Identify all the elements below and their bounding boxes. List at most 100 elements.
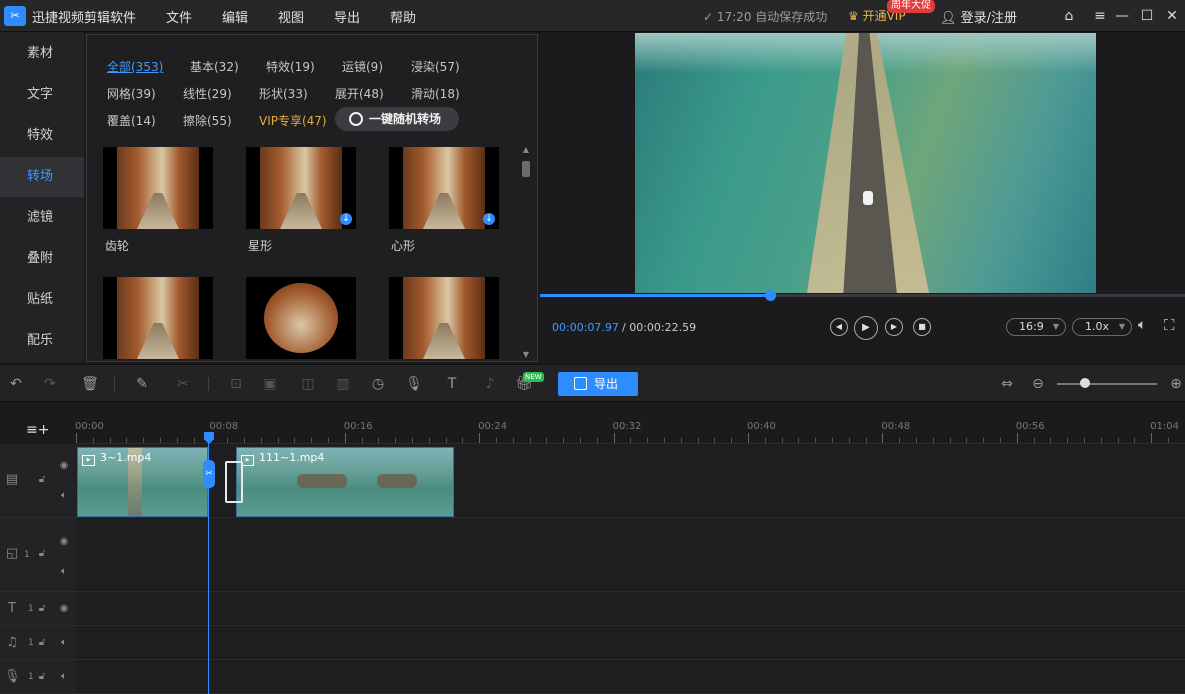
clock-icon[interactable]: ◷ [368,374,388,394]
category-shape[interactable]: 形状(33) [259,85,308,102]
nav-item-stickers[interactable]: 贴纸 [0,280,84,320]
fullscreen-icon[interactable]: ⛶ [1164,316,1175,334]
nav-item-transitions[interactable]: 转场 [0,157,84,197]
voice-track[interactable] [76,660,1185,694]
voice-change-icon[interactable]: ♪ [480,374,500,394]
playback-progress[interactable] [540,290,1185,301]
library-scrollbar[interactable]: ▲ ▼ [521,145,531,359]
aspect-ratio-select[interactable]: 16:9 [1006,318,1066,336]
nav-item-media[interactable]: 素材 [0,34,84,74]
category-unfold[interactable]: 展开(48) [335,85,384,102]
lock-icon[interactable]: 🔓︎ [34,635,50,651]
music-track[interactable] [76,626,1185,660]
volume-icon[interactable]: 🔈︎ [1138,317,1146,333]
nav-item-music[interactable]: 配乐 [0,321,84,361]
text-to-speech-icon[interactable]: T [442,374,462,394]
pip-track[interactable] [76,518,1185,592]
category-special[interactable]: 特效(19) [266,58,315,75]
eye-icon[interactable]: ◉ [56,458,72,474]
login-button[interactable]: 👤︎ 登录/注册 [940,7,1017,26]
menu-help[interactable]: 帮助 [390,7,416,26]
lock-icon[interactable]: 🔓︎ [34,601,50,617]
lock-icon[interactable]: 🔓︎ [34,546,50,562]
category-basic[interactable]: 基本(32) [190,58,239,75]
speaker-icon[interactable]: 🔈︎ [56,669,72,685]
category-dye[interactable]: 浸染(57) [411,58,460,75]
scroll-up-icon[interactable]: ▲ [521,145,531,154]
crop-icon[interactable]: ⊡ [226,374,246,394]
download-icon[interactable]: ↓ [483,213,495,225]
text-track[interactable] [76,592,1185,626]
category-slide[interactable]: 滑动(18) [411,85,460,102]
nav-item-effects[interactable]: 特效 [0,116,84,156]
zoom-slider-knob[interactable] [1080,378,1090,388]
nav-item-filters[interactable]: 滤镜 [0,198,84,238]
download-icon[interactable]: ↓ [340,213,352,225]
transition-tile-gear[interactable] [103,147,213,229]
category-grid[interactable]: 网格(39) [107,85,156,102]
close-icon[interactable]: ✕ [1162,6,1182,26]
scroll-down-icon[interactable]: ▼ [521,350,531,359]
delete-icon[interactable]: 🗑︎ [80,374,100,394]
mosaic-icon[interactable]: ▣ [260,374,280,394]
category-camera[interactable]: 运镜(9) [342,58,383,75]
progress-knob[interactable] [765,290,777,301]
speaker-icon[interactable]: 🔈︎ [56,488,72,504]
lock-icon[interactable]: 🔓︎ [34,669,50,685]
scissors-icon[interactable]: ✂ [203,460,215,488]
transition-tile[interactable] [103,277,213,359]
video-clip[interactable]: 111~1.mp4 [236,447,454,517]
ruler-tick [260,438,262,443]
transition-tile-star[interactable]: ↓ [246,147,356,229]
speaker-icon[interactable]: 🔈︎ [56,635,72,651]
eye-icon[interactable]: ◉ [56,534,72,550]
speed-select[interactable]: 1.0x [1072,318,1132,336]
menu-file[interactable]: 文件 [166,7,192,26]
zoom-slider[interactable] [1057,383,1157,385]
transition-slot[interactable] [225,461,243,503]
lock-icon[interactable]: 🔓︎ [34,472,50,488]
category-wipe[interactable]: 擦除(55) [183,112,232,129]
redo-icon[interactable]: ↷ [40,374,60,394]
menu-view[interactable]: 视图 [278,7,304,26]
undo-icon[interactable]: ↶ [6,374,26,394]
next-frame-icon[interactable]: ▶ [885,318,903,336]
fit-timeline-icon[interactable]: ⇔ [997,374,1017,394]
export-button[interactable]: 导出 [558,372,638,396]
stop-icon[interactable]: ■ [913,318,931,336]
menu-icon[interactable]: ≡ [1090,6,1110,26]
category-cover[interactable]: 覆盖(14) [107,112,156,129]
home-icon[interactable]: ⌂ [1059,6,1079,26]
transition-tile-heart[interactable]: ↓ [389,147,499,229]
nav-item-overlay[interactable]: 叠附 [0,239,84,279]
menu-edit[interactable]: 编辑 [222,7,248,26]
menu-export[interactable]: 导出 [334,7,360,26]
ruler-tick [1168,438,1169,443]
microphone-icon[interactable]: 🎙︎ [404,374,424,394]
category-all[interactable]: 全部(353) [107,58,163,75]
add-track-icon[interactable]: ≡+ [26,422,49,440]
zoom-in-icon[interactable]: ⊕ [1166,374,1185,394]
transition-tile[interactable] [389,277,499,359]
prev-frame-icon[interactable]: ◀ [830,318,848,336]
minimize-icon[interactable]: — [1112,6,1132,26]
scroll-thumb[interactable] [522,161,530,177]
freeze-icon[interactable]: ◫ [298,374,318,394]
maximize-icon[interactable]: ☐ [1137,6,1157,26]
category-vip[interactable]: VIP专享(47) [259,112,327,129]
eye-icon[interactable]: ◉ [56,601,72,617]
video-clip[interactable]: 3~1.mp4 [77,447,208,517]
track-number: 1 [28,672,34,682]
ruler-tick [395,438,397,443]
nav-item-text[interactable]: 文字 [0,75,84,115]
zoom-out-icon[interactable]: ⊖ [1028,374,1048,394]
audio-wave-icon[interactable]: ▥ [333,374,353,394]
time-ruler[interactable]: 00:00 00:08 00:16 00:24 00:32 00:40 00:48 00:56… [75,402,1185,444]
edit-icon[interactable]: ✎ [132,374,152,394]
random-transition-button[interactable]: 一键随机转场 [335,107,459,131]
transition-tile[interactable] [246,277,356,359]
speaker-icon[interactable]: 🔈︎ [56,564,72,580]
category-linear[interactable]: 线性(29) [183,85,232,102]
cut-icon[interactable]: ✂ [173,374,193,394]
play-icon[interactable]: ▶ [854,316,878,340]
